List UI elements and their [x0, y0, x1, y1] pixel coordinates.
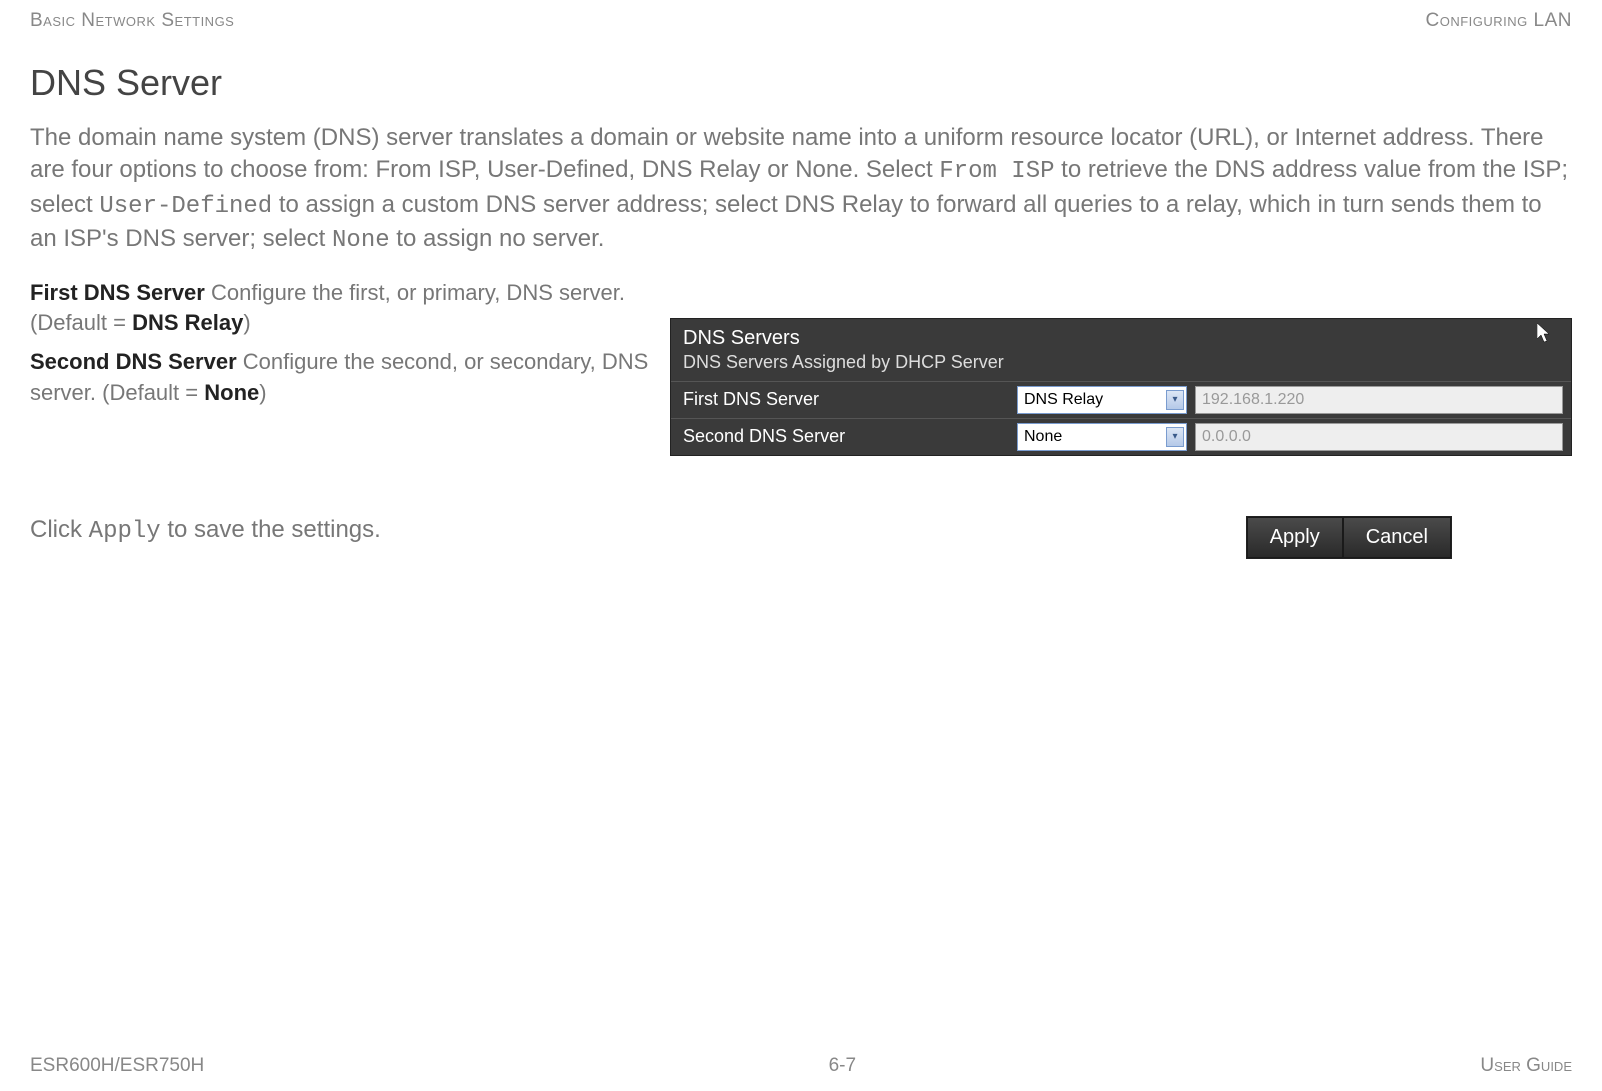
panel-row-second-dns: Second DNS Server None ▾ 0.0.0.0 — [671, 418, 1571, 455]
params-column: First DNS Server Configure the first, or… — [30, 278, 650, 456]
cancel-button[interactable]: Cancel — [1343, 517, 1451, 558]
header-right: Configuring LAN — [1425, 10, 1572, 32]
apply-instruction: Click Apply to save the settings. — [30, 516, 381, 545]
param-second-default: None — [204, 380, 259, 405]
screenshot-column: DNS Servers DNS Servers Assigned by DHCP… — [670, 278, 1572, 456]
body-row: First DNS Server Configure the first, or… — [30, 278, 1572, 456]
footer-left: ESR600H/ESR750H — [30, 1055, 204, 1077]
param-second-dns: Second DNS Server Configure the second, … — [30, 347, 650, 409]
page-header: Basic Network Settings Configuring LAN — [30, 10, 1572, 32]
dns-servers-panel: DNS Servers DNS Servers Assigned by DHCP… — [670, 318, 1572, 456]
button-group: Apply Cancel — [1246, 516, 1452, 559]
panel-subtitle: DNS Servers Assigned by DHCP Server — [671, 352, 1571, 381]
apply-post: to save the settings. — [161, 516, 381, 543]
apply-pre: Click — [30, 516, 89, 543]
section-title: DNS Server — [30, 62, 1572, 104]
first-dns-select[interactable]: DNS Relay ▾ — [1017, 386, 1187, 414]
chevron-down-icon: ▾ — [1166, 390, 1184, 410]
cursor-icon — [1537, 323, 1553, 349]
intro-mono-from-isp: From ISP — [939, 158, 1054, 185]
panel-row-first-dns: First DNS Server DNS Relay ▾ 192.168.1.2… — [671, 381, 1571, 418]
second-dns-select[interactable]: None ▾ — [1017, 423, 1187, 451]
apply-button[interactable]: Apply — [1247, 517, 1343, 558]
chevron-down-icon: ▾ — [1166, 427, 1184, 447]
param-second-close: ) — [259, 380, 266, 405]
second-dns-input-value: 0.0.0.0 — [1202, 428, 1251, 446]
intro-paragraph: The domain name system (DNS) server tran… — [30, 122, 1572, 258]
panel-row-label: First DNS Server — [679, 389, 1009, 410]
apply-row: Click Apply to save the settings. Apply … — [30, 516, 1572, 559]
page-footer: ESR600H/ESR750H 6-7 User Guide — [30, 1055, 1572, 1077]
second-dns-input[interactable]: 0.0.0.0 — [1195, 423, 1563, 451]
intro-mono-user-defined: User-Defined — [99, 193, 272, 220]
apply-mono: Apply — [89, 518, 161, 545]
first-dns-input-value: 192.168.1.220 — [1202, 391, 1304, 409]
param-first-label: First DNS Server — [30, 280, 205, 305]
first-dns-select-value: DNS Relay — [1024, 391, 1103, 409]
intro-mono-none: None — [332, 227, 390, 254]
header-left: Basic Network Settings — [30, 10, 234, 32]
second-dns-select-value: None — [1024, 428, 1062, 446]
intro-text-4: to assign no server. — [390, 225, 605, 252]
panel-row-label: Second DNS Server — [679, 426, 1009, 447]
param-first-default: DNS Relay — [132, 310, 243, 335]
first-dns-input[interactable]: 192.168.1.220 — [1195, 386, 1563, 414]
param-first-dns: First DNS Server Configure the first, or… — [30, 278, 650, 340]
param-first-close: ) — [243, 310, 250, 335]
footer-right: User Guide — [1480, 1055, 1572, 1077]
param-second-label: Second DNS Server — [30, 349, 237, 374]
footer-center: 6-7 — [829, 1055, 856, 1077]
panel-title: DNS Servers — [671, 319, 1571, 352]
